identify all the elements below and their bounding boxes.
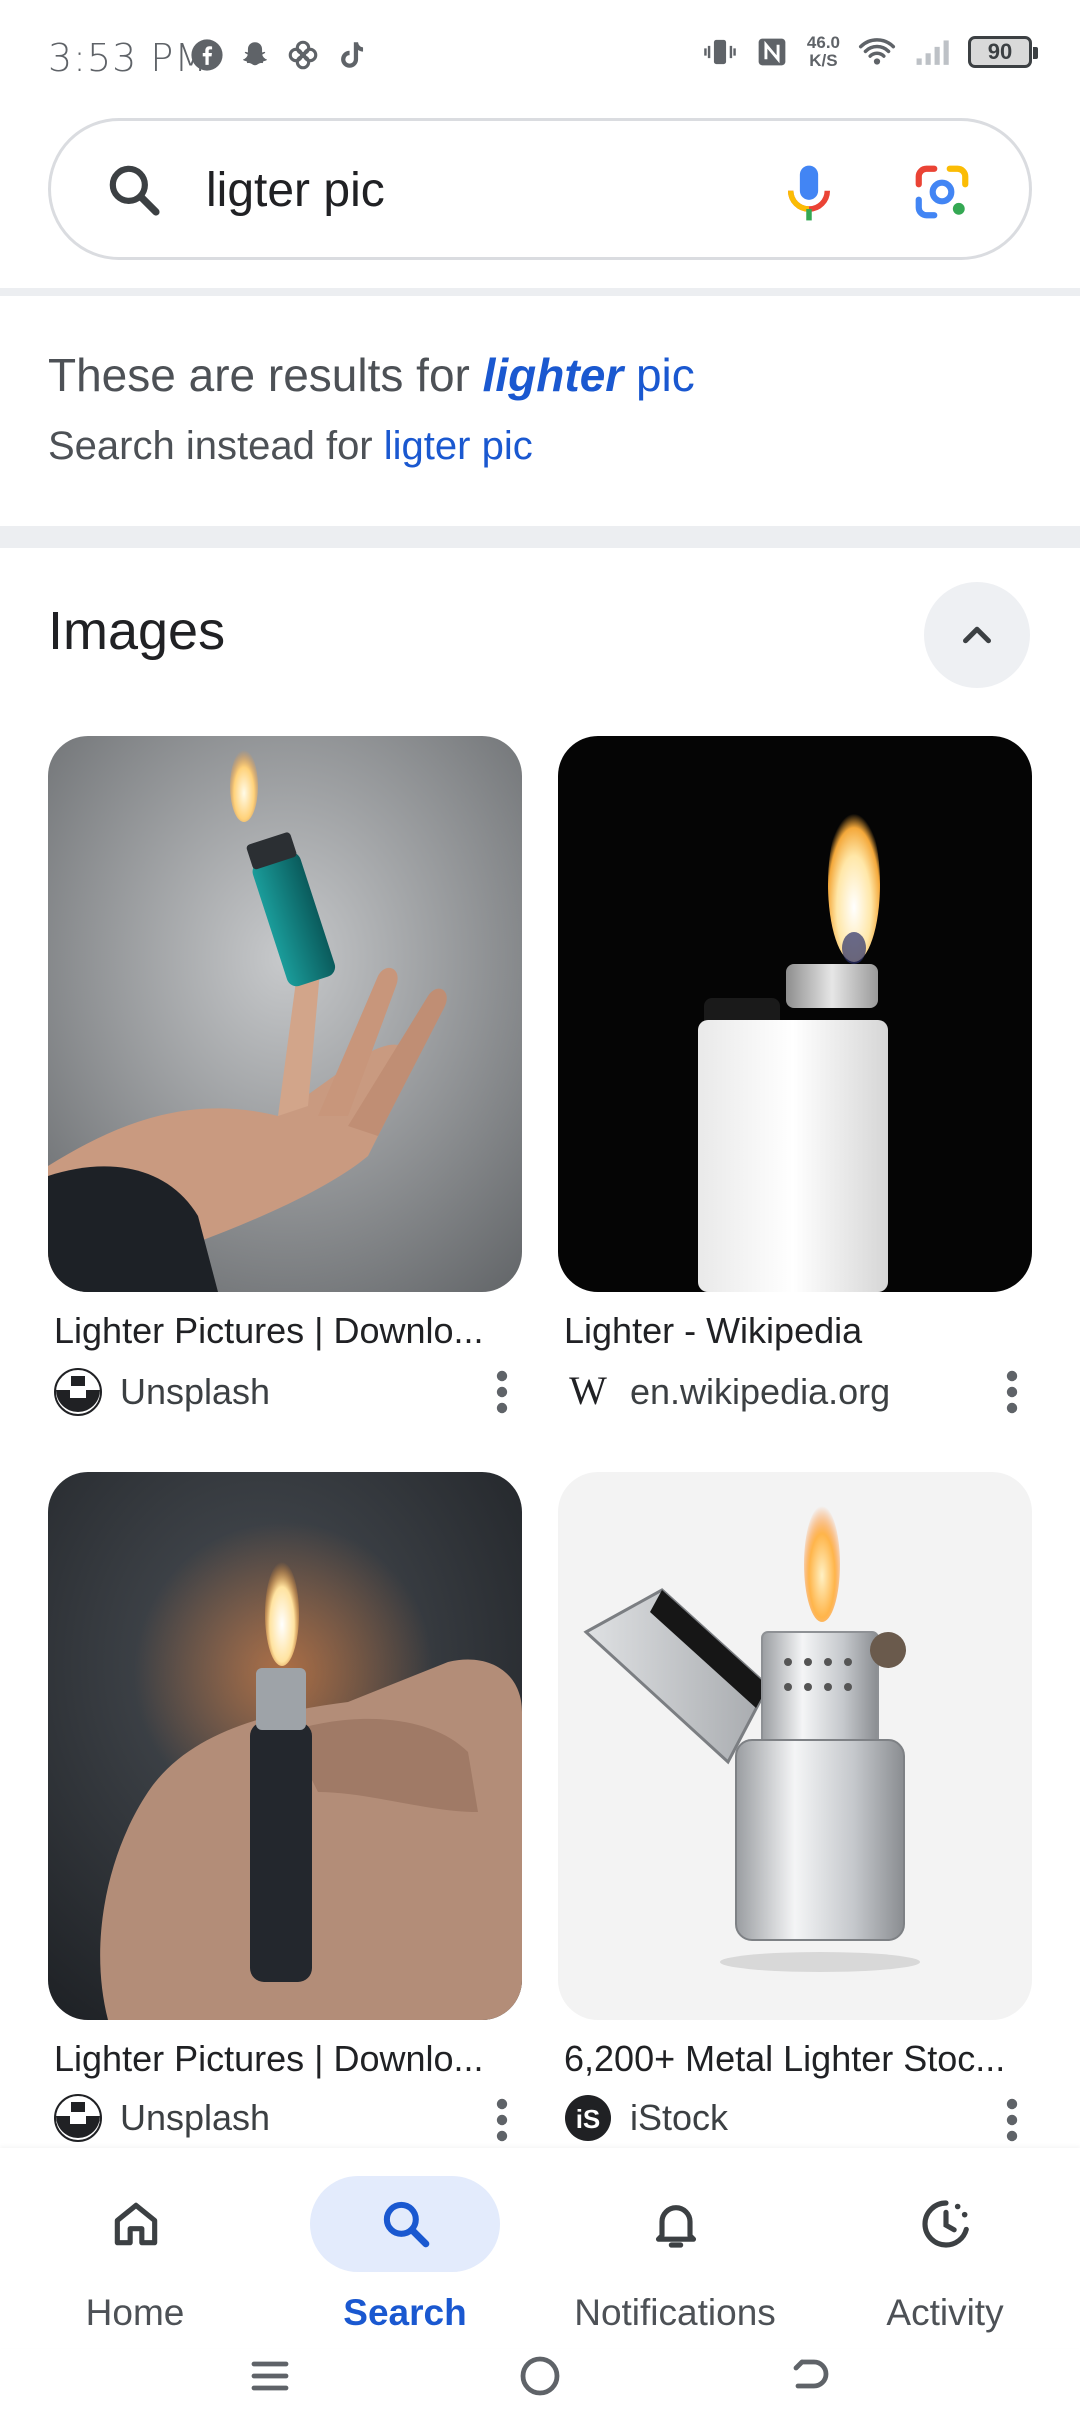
more-options-icon[interactable] bbox=[496, 1370, 508, 1414]
search-instead: Search instead for ligter pic bbox=[48, 424, 533, 469]
svg-text:iS: iS bbox=[576, 2104, 601, 2134]
search-instead-prefix: Search instead for bbox=[48, 424, 373, 468]
nav-label-search: Search bbox=[343, 2292, 467, 2333]
image-result[interactable]: Lighter Pictures | Downlo... Unsplash bbox=[48, 1472, 522, 2152]
collapse-button[interactable] bbox=[924, 582, 1030, 688]
search-icon bbox=[383, 2201, 430, 2248]
unsplash-icon bbox=[54, 2094, 102, 2142]
nav-label-home: Home bbox=[85, 2292, 185, 2333]
istock-icon: iS bbox=[565, 2095, 611, 2141]
image-result-source-name: Unsplash bbox=[120, 1371, 271, 1412]
image-result[interactable]: Lighter Pictures | Downlo... Unsplash bbox=[48, 736, 522, 1416]
chevron-up-icon bbox=[963, 626, 991, 644]
nav-item-home[interactable]: Home bbox=[0, 2164, 270, 2334]
microphone-icon[interactable] bbox=[781, 161, 837, 225]
more-options-icon[interactable] bbox=[1006, 1370, 1018, 1414]
image-result-source: iS iStock bbox=[564, 2094, 728, 2142]
search-icon[interactable] bbox=[103, 159, 165, 221]
spelling-prefix: These are results for bbox=[48, 349, 470, 401]
section-divider bbox=[0, 526, 1080, 548]
svg-text:W: W bbox=[569, 1368, 607, 1413]
nfc-icon bbox=[758, 38, 786, 66]
wikipedia-icon: W bbox=[569, 1368, 607, 1413]
pinwheel-icon bbox=[288, 40, 318, 70]
image-result-source: Unsplash bbox=[54, 1368, 270, 1416]
divider bbox=[0, 288, 1080, 296]
network-speed-unit: K/S bbox=[809, 51, 838, 70]
bottom-navigation: Home Search Notifications Activity bbox=[0, 2148, 1080, 2348]
image-thumbnail[interactable] bbox=[48, 736, 522, 1292]
image-result-source-name: iStock bbox=[630, 2097, 729, 2138]
search-input[interactable]: ligter pic bbox=[206, 163, 385, 218]
corrected-term-rest[interactable]: pic bbox=[636, 349, 695, 401]
image-thumbnail[interactable] bbox=[558, 1472, 1032, 2020]
vibrate-icon bbox=[704, 39, 736, 65]
more-options-icon[interactable] bbox=[496, 2098, 508, 2142]
nav-label-notifications: Notifications bbox=[574, 2292, 776, 2333]
nav-item-search[interactable]: Search bbox=[270, 2164, 540, 2334]
image-result-title[interactable]: Lighter Pictures | Downlo... bbox=[54, 1310, 510, 1352]
nav-item-notifications[interactable]: Notifications bbox=[540, 2164, 810, 2334]
image-result-title[interactable]: Lighter Pictures | Downlo... bbox=[54, 2038, 510, 2080]
unsplash-icon bbox=[54, 1368, 102, 1416]
system-navigation-bar bbox=[0, 2348, 1080, 2436]
home-circle-icon[interactable] bbox=[516, 2352, 564, 2400]
status-time: 3:53 PM bbox=[48, 36, 209, 80]
signal-icon bbox=[916, 40, 949, 65]
google-lens-icon[interactable] bbox=[911, 161, 973, 223]
image-result[interactable]: Lighter - Wikipedia W en.wikipedia.org bbox=[558, 736, 1032, 1416]
status-app-icons bbox=[190, 38, 368, 72]
nav-label-activity: Activity bbox=[886, 2292, 1004, 2333]
wifi-icon bbox=[858, 38, 896, 65]
spelling-correction: These are results for lighter pic bbox=[48, 348, 695, 402]
home-icon bbox=[114, 2202, 158, 2246]
corrected-term[interactable]: lighter bbox=[483, 349, 624, 401]
status-bar: 3:53 PM 46.0 K/S 90 bbox=[0, 0, 1080, 112]
original-query-link[interactable]: ligter pic bbox=[384, 424, 533, 468]
image-result[interactable]: 6,200+ Metal Lighter Stoc... iS iStock bbox=[558, 1472, 1032, 2152]
status-indicators: 46.0 K/S 90 bbox=[703, 32, 1038, 72]
image-result-source: W en.wikipedia.org bbox=[564, 1368, 890, 1416]
battery-indicator: 90 bbox=[968, 36, 1038, 68]
image-result-source-name: en.wikipedia.org bbox=[630, 1371, 891, 1412]
image-thumbnail[interactable] bbox=[558, 736, 1032, 1292]
network-speed: 46.0 K/S bbox=[807, 34, 840, 70]
back-icon[interactable] bbox=[786, 2352, 834, 2400]
more-options-icon[interactable] bbox=[1006, 2098, 1018, 2142]
activity-icon bbox=[922, 2200, 970, 2248]
image-result-title[interactable]: Lighter - Wikipedia bbox=[564, 1310, 1020, 1352]
image-result-title[interactable]: 6,200+ Metal Lighter Stoc... bbox=[564, 2038, 1020, 2080]
tiktok-icon bbox=[341, 42, 364, 68]
bell-icon bbox=[655, 2205, 697, 2248]
image-thumbnail[interactable] bbox=[48, 1472, 522, 2020]
snapchat-icon bbox=[242, 42, 268, 66]
search-box[interactable]: ligter pic bbox=[48, 118, 1032, 260]
menu-icon[interactable] bbox=[246, 2352, 294, 2400]
network-speed-value: 46.0 bbox=[806, 33, 840, 52]
nav-item-activity[interactable]: Activity bbox=[810, 2164, 1080, 2334]
facebook-icon bbox=[191, 39, 223, 71]
image-result-source-name: Unsplash bbox=[120, 2097, 271, 2138]
images-section-title: Images bbox=[48, 601, 226, 661]
image-result-source: Unsplash bbox=[54, 2094, 270, 2142]
